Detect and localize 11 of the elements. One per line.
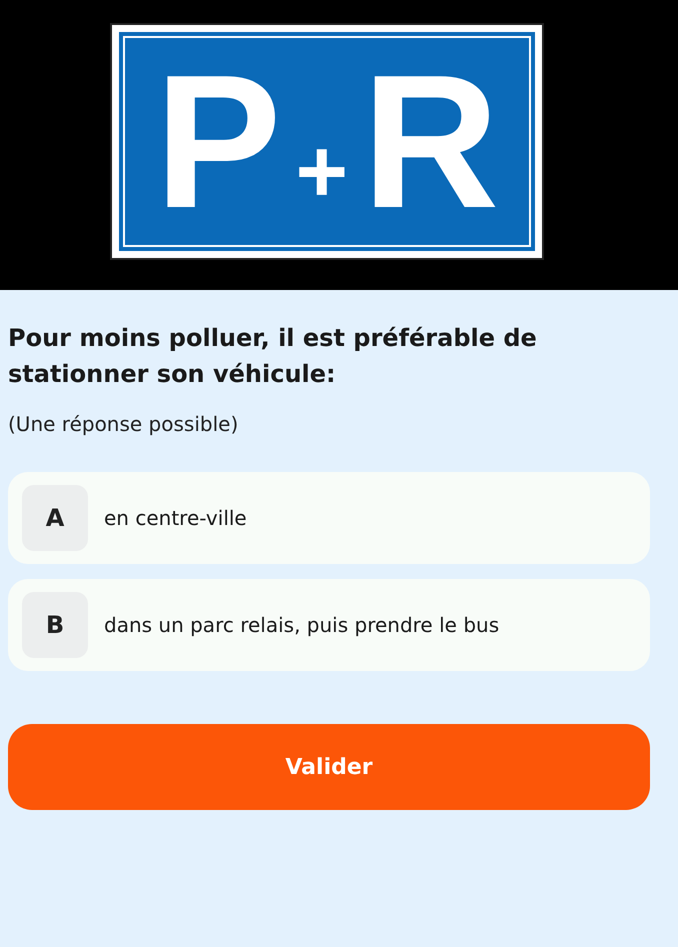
- sign-symbol: +: [295, 126, 348, 216]
- option-letter: B: [22, 592, 88, 658]
- option-text: dans un parc relais, puis prendre le bus: [104, 613, 500, 637]
- hint-text: (Une réponse possible): [8, 412, 240, 436]
- option-text: en centre-ville: [104, 506, 247, 530]
- sign-letter: P: [154, 46, 282, 236]
- question-text: Pour moins polluer, il est préférable de stationner son véhicule:: [8, 323, 538, 390]
- option-letter: A: [22, 485, 88, 551]
- answer-option[interactable]: B dans un parc relais, puis prendre le bus: [8, 579, 650, 671]
- sign-letter: R: [362, 46, 500, 236]
- answer-option[interactable]: A en centre-ville: [8, 472, 650, 564]
